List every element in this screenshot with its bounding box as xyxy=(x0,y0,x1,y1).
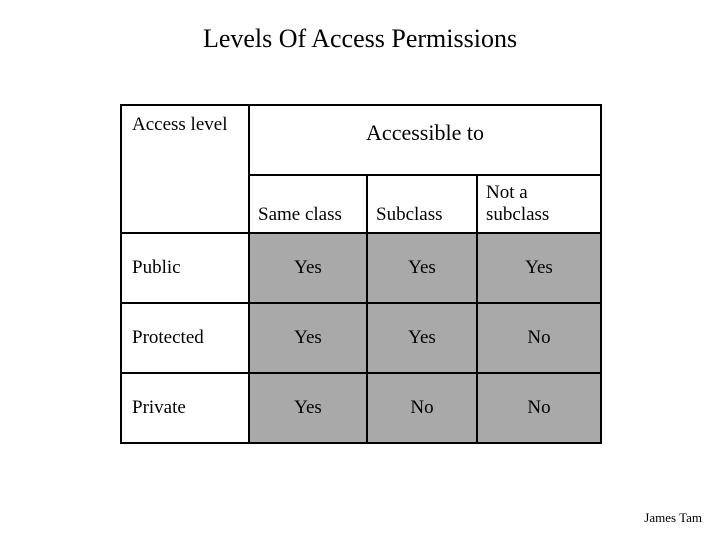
cell-value: Yes xyxy=(249,373,367,443)
row-label-private: Private xyxy=(121,373,249,443)
row-label-protected: Protected xyxy=(121,303,249,373)
table-row: Protected Yes Yes No xyxy=(121,303,601,373)
cell-value: No xyxy=(477,373,601,443)
footer-author: James Tam xyxy=(644,510,702,526)
column-header-subclass: Subclass xyxy=(367,175,477,233)
table-header-row-1: Access level Accessible to xyxy=(121,105,601,175)
column-header-same-class: Same class xyxy=(249,175,367,233)
table-row: Public Yes Yes Yes xyxy=(121,233,601,303)
table-row: Private Yes No No xyxy=(121,373,601,443)
column-header-not-subclass: Not a subclass xyxy=(477,175,601,233)
cell-value: Yes xyxy=(367,303,477,373)
corner-label: Access level xyxy=(121,105,249,233)
accessible-to-header: Accessible to xyxy=(249,105,601,175)
permissions-table-wrap: Access level Accessible to Same class Su… xyxy=(120,104,600,444)
cell-value: No xyxy=(367,373,477,443)
cell-value: Yes xyxy=(249,303,367,373)
permissions-table: Access level Accessible to Same class Su… xyxy=(120,104,602,444)
row-label-public: Public xyxy=(121,233,249,303)
page-title: Levels Of Access Permissions xyxy=(0,0,720,64)
cell-value: Yes xyxy=(367,233,477,303)
cell-value: Yes xyxy=(249,233,367,303)
cell-value: No xyxy=(477,303,601,373)
cell-value: Yes xyxy=(477,233,601,303)
